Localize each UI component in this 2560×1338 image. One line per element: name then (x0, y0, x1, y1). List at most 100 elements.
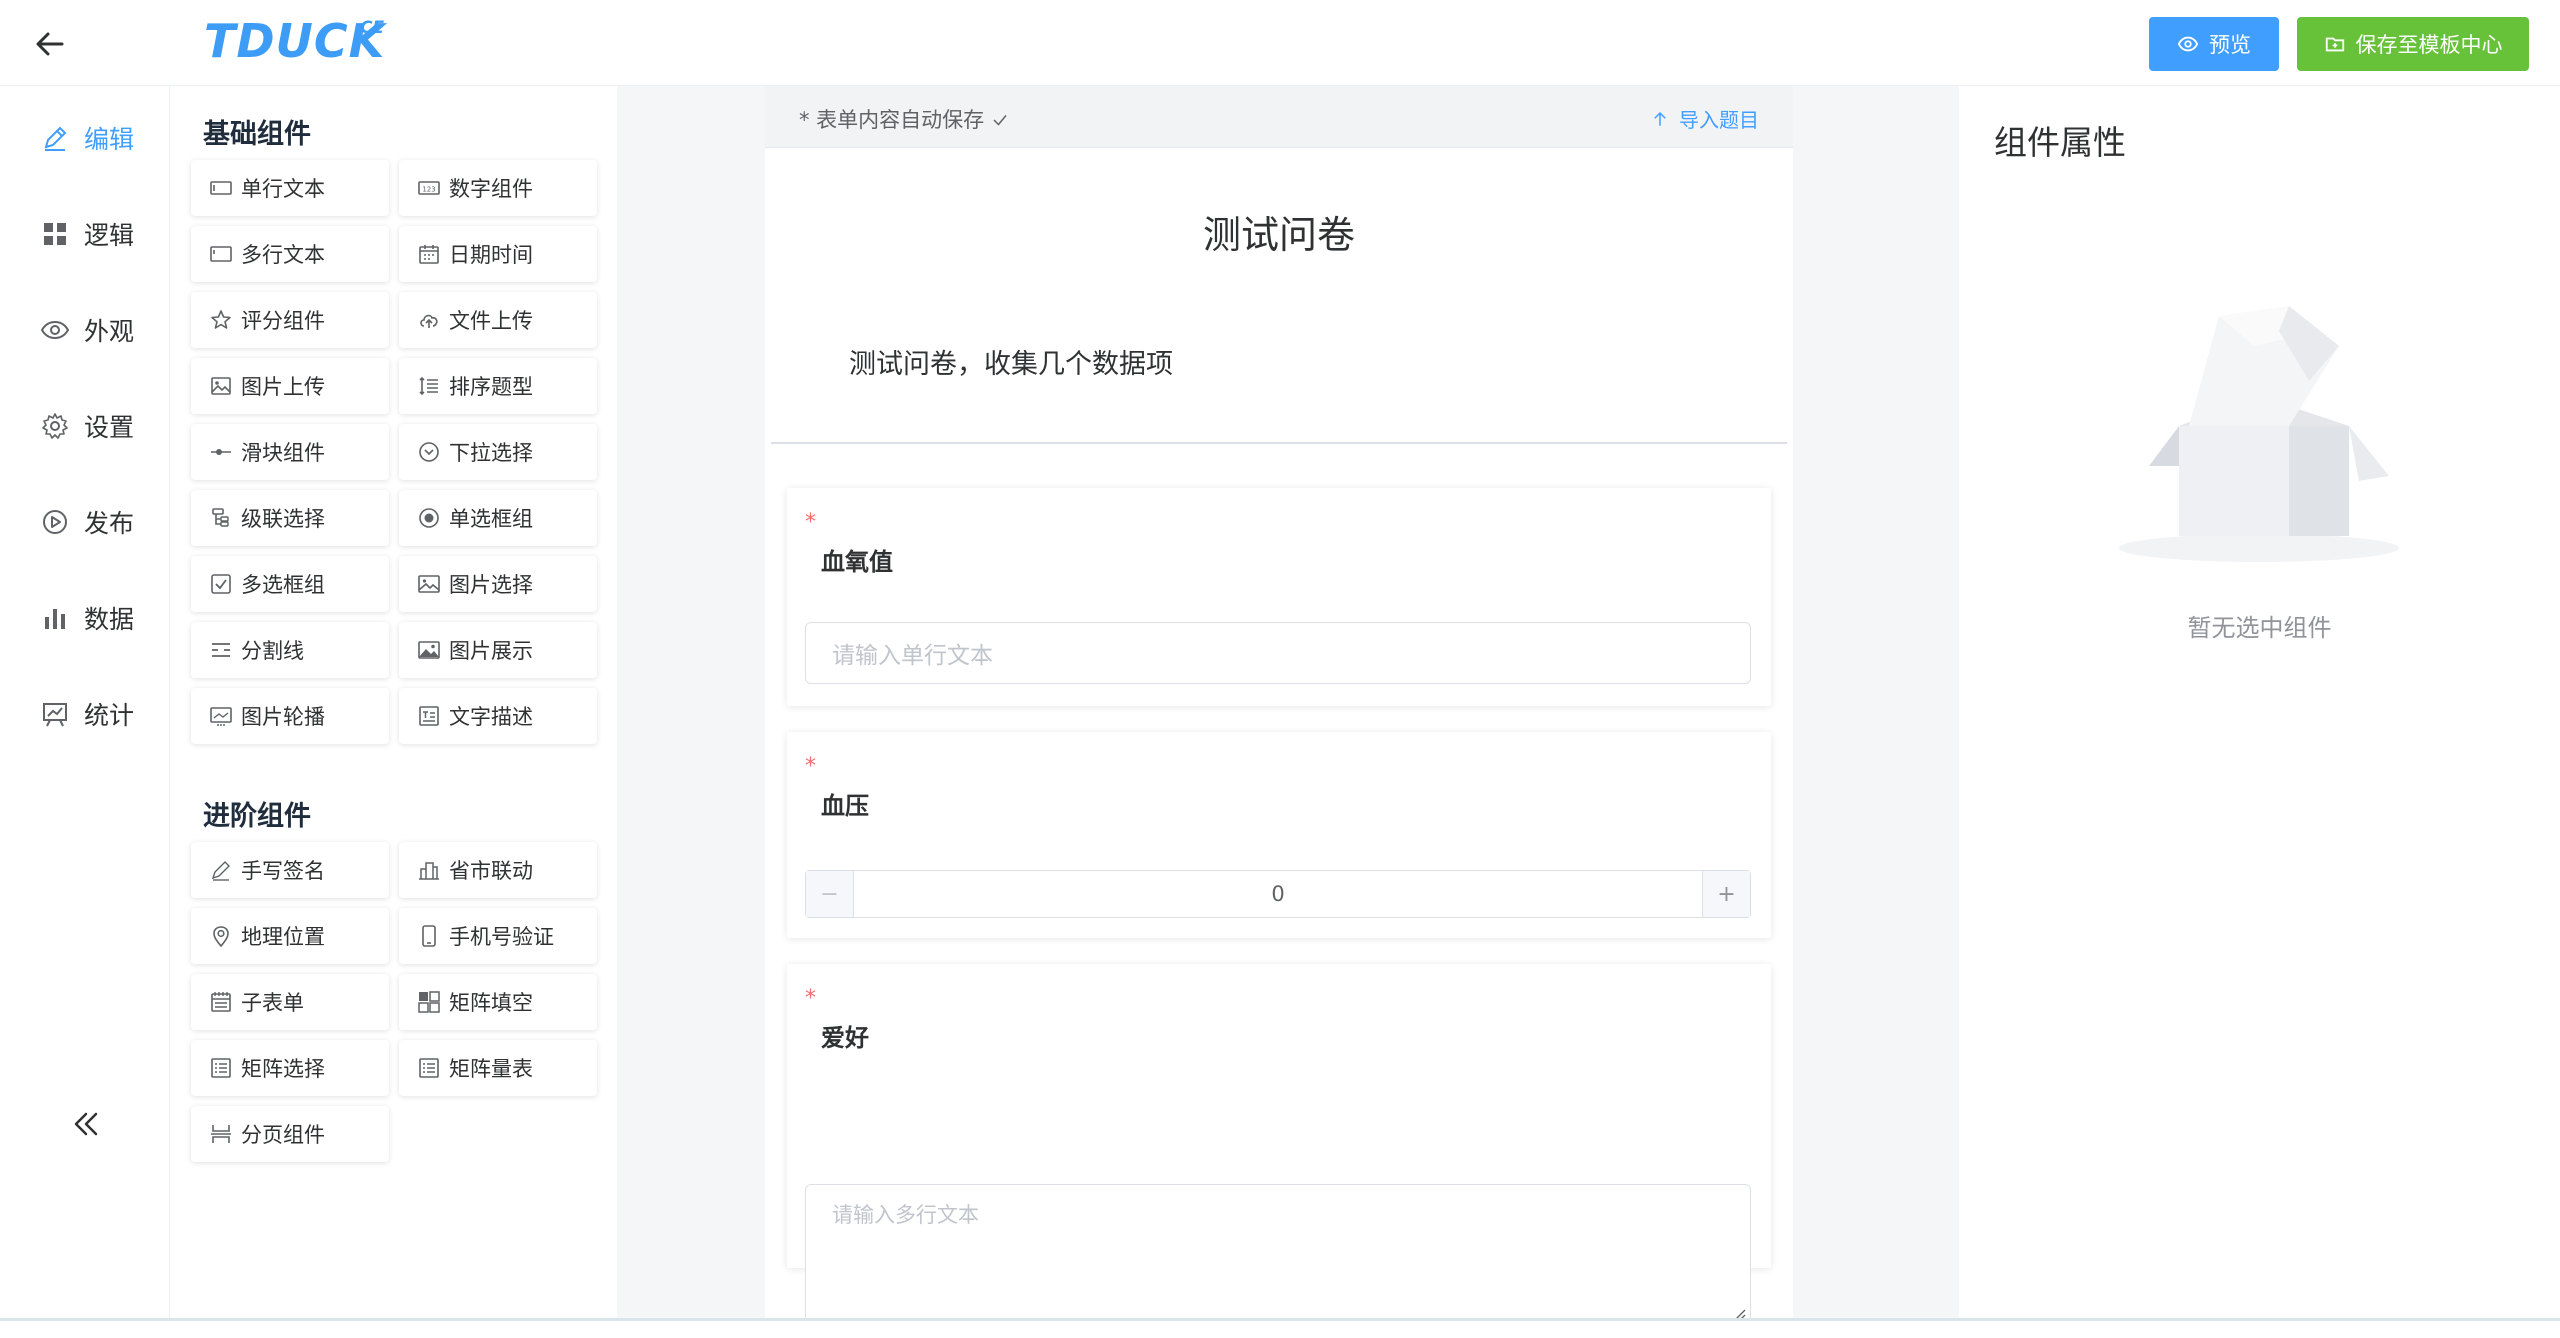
form-title[interactable]: 测试问卷 (765, 204, 1793, 259)
required-mark: * (805, 986, 816, 1011)
cascader-icon (212, 508, 229, 527)
nav-item-appearance[interactable]: 外观 (40, 312, 134, 348)
comp-dropdown[interactable]: 下拉选择 (399, 424, 597, 480)
dropdown-icon (419, 442, 439, 462)
back-arrow-icon[interactable] (30, 24, 70, 64)
comp-number[interactable]: 123 数字组件 (399, 160, 597, 216)
comp-phone-verify[interactable]: 手机号验证 (399, 908, 597, 964)
pencil-icon (44, 126, 67, 151)
matrix-scale-icon (419, 1058, 439, 1078)
collapse-double-chevron-icon[interactable] (68, 1106, 104, 1142)
question-card-hobby[interactable]: * 爱好 请输入多行文本 (787, 964, 1771, 1328)
form-paper: * 表单内容自动保存 导入题目 测试问卷 测试问卷，收集几个数据项 * 血氧值 … (765, 86, 1793, 1328)
gear-icon (42, 413, 68, 439)
comp-signature[interactable]: 手写签名 (191, 842, 389, 898)
comp-matrix-scale[interactable]: 矩阵量表 (399, 1040, 597, 1096)
text-desc-icon (419, 706, 439, 726)
multi-line-text-input[interactable]: 请输入多行文本 (805, 1184, 1751, 1328)
nav-item-data[interactable]: 数据 (40, 600, 134, 636)
comp-single-line-text[interactable]: 单行文本 (191, 160, 389, 216)
question-label: 爱好 (821, 1024, 869, 1052)
number-stepper: − 0 + (805, 870, 1751, 918)
signature-icon (211, 861, 230, 881)
preview-button[interactable]: 预览 (2149, 17, 2279, 71)
comp-province-city[interactable]: 省市联动 (399, 842, 597, 898)
comp-image-upload[interactable]: 图片上传 (191, 358, 389, 414)
calendar-icon (419, 245, 439, 264)
stepper-increase-button[interactable]: + (1702, 871, 1750, 917)
nav-item-logic[interactable]: 逻辑 (40, 216, 134, 252)
required-mark: * (805, 510, 816, 535)
comp-cascader[interactable]: 级联选择 (191, 490, 389, 546)
comp-radio-group[interactable]: 单选框组 (399, 490, 597, 546)
svg-text:123: 123 (422, 186, 435, 194)
advanced-components-grid: 手写签名 省市联动 地理位置 手机号验证 子表单 矩阵填空 矩阵选择 矩阵量表 … (191, 842, 597, 1162)
app-logo: TDUCK (204, 14, 386, 68)
component-palette: 基础组件 单行文本 123 数字组件 多行文本 日期时间 评分组件 文件上传 图片… (171, 86, 617, 1318)
save-to-template-button[interactable]: 保存至模板中心 (2297, 17, 2529, 71)
comp-sort[interactable]: 排序题型 (399, 358, 597, 414)
comp-matrix-fill[interactable]: 矩阵填空 (399, 974, 597, 1030)
matrix-select-icon (211, 1058, 231, 1078)
comp-text-description[interactable]: 文字描述 (399, 688, 597, 744)
location-icon (213, 926, 229, 948)
question-label: 血压 (821, 792, 869, 820)
comp-multi-line-text[interactable]: 多行文本 (191, 226, 389, 282)
nav-item-settings[interactable]: 设置 (40, 408, 134, 444)
comp-checkbox-group[interactable]: 多选框组 (191, 556, 389, 612)
grid-icon (44, 223, 66, 245)
comp-image-display[interactable]: 图片展示 (399, 622, 597, 678)
comp-pagination[interactable]: 分页组件 (191, 1106, 389, 1162)
required-mark: * (805, 754, 816, 779)
stepper-decrease-button[interactable]: − (806, 871, 854, 917)
number-icon: 123 (418, 181, 440, 195)
bar-chart-icon (45, 609, 65, 629)
form-header-divider (771, 442, 1787, 444)
form-description[interactable]: 测试问卷，收集几个数据项 (849, 342, 1173, 381)
empty-box-illustration (2119, 306, 2399, 562)
comp-image-select[interactable]: 图片选择 (399, 556, 597, 612)
autosave-status: * 表单内容自动保存 (799, 104, 1009, 134)
folder-add-icon (2325, 37, 2344, 52)
bottom-border (0, 1318, 2560, 1338)
pagination-icon (211, 1125, 231, 1143)
question-card-blood-oxygen[interactable]: * 血氧值 请输入单行文本 (787, 488, 1771, 706)
single-line-text-input[interactable]: 请输入单行文本 (805, 622, 1751, 684)
check-icon (993, 115, 1007, 126)
image-icon (418, 641, 440, 659)
comp-file-upload[interactable]: 文件上传 (399, 292, 597, 348)
top-header: TDUCK CE 预览 保存至模板中心 (0, 0, 2560, 86)
properties-title: 组件属性 (1994, 123, 2126, 162)
nav-item-publish[interactable]: 发布 (40, 504, 134, 540)
comp-date-time[interactable]: 日期时间 (399, 226, 597, 282)
comp-slider[interactable]: 滑块组件 (191, 424, 389, 480)
import-questions-link[interactable]: 导入题目 (1651, 104, 1759, 133)
nav-item-edit[interactable]: 编辑 (40, 120, 134, 156)
comp-image-carousel[interactable]: 图片轮播 (191, 688, 389, 744)
input-icon (210, 181, 232, 195)
radio-icon (419, 508, 439, 528)
sort-icon (419, 376, 438, 396)
advanced-components-title: 进阶组件 (203, 801, 311, 832)
nav-item-statistics[interactable]: 统计 (40, 696, 134, 732)
image-select-icon (418, 575, 440, 593)
comp-rating[interactable]: 评分组件 (191, 292, 389, 348)
empty-state-text: 暂无选中组件 (2187, 614, 2332, 642)
comp-divider[interactable]: 分割线 (191, 622, 389, 678)
basic-components-grid: 单行文本 123 数字组件 多行文本 日期时间 评分组件 文件上传 图片上传 排序… (191, 160, 597, 744)
phone-icon (422, 925, 436, 947)
checkbox-icon (211, 574, 231, 594)
star-icon (211, 310, 231, 329)
matrix-fill-icon (418, 991, 440, 1013)
stepper-value[interactable]: 0 (854, 871, 1702, 917)
comp-matrix-select[interactable]: 矩阵选择 (191, 1040, 389, 1096)
comp-location[interactable]: 地理位置 (191, 908, 389, 964)
question-card-blood-pressure[interactable]: * 血压 − 0 + (787, 732, 1771, 938)
carousel-icon (210, 707, 232, 726)
eye-icon (40, 320, 70, 340)
left-nav: 编辑 逻辑 外观 设置 发布 数据 统计 (0, 86, 170, 1318)
form-topbar: * 表单内容自动保存 导入题目 (765, 86, 1793, 148)
image-upload-icon (211, 377, 231, 395)
save-to-template-label: 保存至模板中心 (2355, 33, 2503, 57)
comp-subform[interactable]: 子表单 (191, 974, 389, 1030)
